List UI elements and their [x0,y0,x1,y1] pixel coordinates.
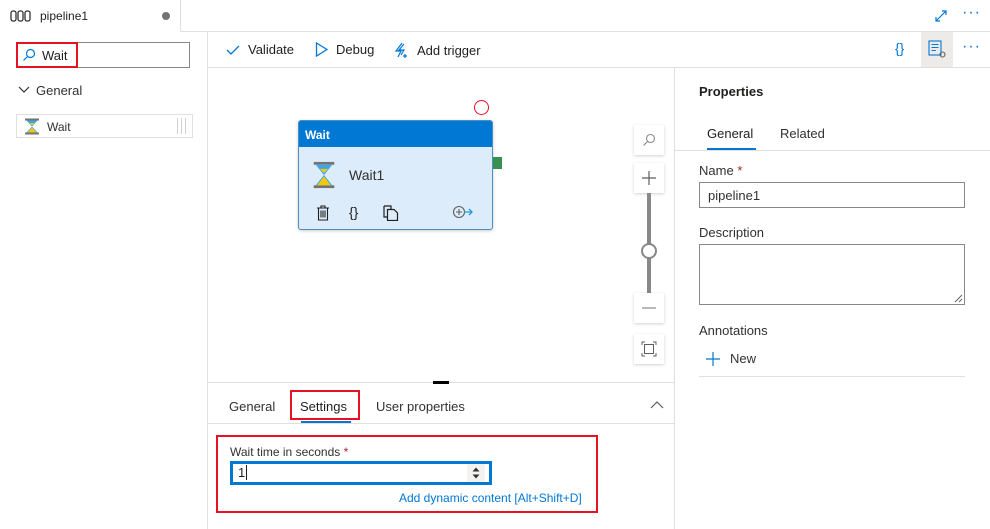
text-caret [246,465,247,480]
number-spinner[interactable] [467,464,485,482]
search-value: Wait [42,48,68,63]
spinner-arrows-icon [472,467,480,479]
add-trigger-button[interactable]: Add trigger [393,42,481,59]
properties-title: Properties [699,84,764,99]
annotations-label: Annotations [699,323,768,338]
chevron-down-icon[interactable] [18,84,30,94]
wait-time-label: Wait time in seconds * [230,445,348,459]
textarea-resize-icon[interactable] [954,294,963,303]
add-dynamic-content-link[interactable]: Add dynamic content [Alt+Shift+D] [399,491,582,505]
wait-time-value: 1 [238,465,246,480]
success-output-port[interactable] [493,157,502,169]
search-icon [643,133,656,146]
add-output-icon[interactable] [452,205,474,219]
tab-bar: pipeline1 ··· [0,0,990,32]
more-options-button[interactable]: ··· [962,4,981,22]
name-value: pipeline1 [708,188,761,203]
chevron-up-icon[interactable] [650,400,664,410]
code-icon[interactable]: {} [349,204,358,220]
group-general[interactable]: General [36,83,82,98]
hourglass-icon [313,161,335,189]
wait-time-input[interactable] [230,461,492,485]
validate-button[interactable]: Validate [226,42,294,57]
activities-panel: Activities » « [0,32,208,529]
add-trigger-label: Add trigger [417,43,481,58]
tab-general[interactable]: General [229,399,275,414]
description-textarea[interactable] [699,244,965,305]
name-label: Name * [699,163,742,178]
zoom-in-button[interactable] [634,163,664,193]
zoom-out-icon [642,307,656,309]
new-label: New [730,351,757,366]
name-label-text: Name [699,163,734,178]
debug-label: Debug [336,42,375,57]
annotations-divider [699,376,965,377]
node-type-label: Wait [299,121,492,147]
plus-icon [706,351,720,366]
activity-settings-tabs: General Settings User properties [208,383,674,424]
checkmark-icon [226,45,240,55]
node-name: Wait1 [349,167,385,183]
activity-label: Wait [47,120,71,134]
copy-icon[interactable] [383,205,399,221]
delete-icon[interactable] [316,205,330,221]
properties-tab-related[interactable]: Related [780,126,825,141]
expand-icon[interactable] [933,8,949,24]
error-indicator-icon [474,100,489,115]
tab-title: pipeline1 [40,9,89,23]
wait-time-label-text: Wait time in seconds [230,445,341,459]
tab-pipeline1[interactable]: pipeline1 [0,0,181,32]
required-marker: * [737,163,743,178]
validate-label: Validate [248,42,295,57]
settings-tab-highlight [290,390,360,420]
toolbar-more-button[interactable]: ··· [962,38,981,56]
properties-tab-general[interactable]: General [707,126,753,141]
activity-node-wait1[interactable]: Wait Wait1 {} [298,120,493,230]
active-tab-indicator [301,421,351,423]
zoom-slider-thumb[interactable] [641,243,657,259]
code-view-button[interactable]: {} [895,40,904,56]
debug-button[interactable]: Debug [315,42,374,57]
new-annotation-button[interactable]: New [706,351,756,366]
canvas-search-button[interactable] [634,125,664,155]
drag-handle-icon[interactable] [177,118,187,134]
activity-item-wait[interactable]: Wait [16,114,193,138]
hourglass-icon [25,118,39,135]
properties-tab-divider [675,150,990,151]
properties-icon [928,40,946,58]
pipeline-editor: pipeline1 ··· Activities » « Wait Genera… [0,0,990,529]
pipeline-icon [10,10,31,22]
unsaved-indicator [162,12,170,20]
zoom-in-icon [642,171,656,185]
properties-toggle-button[interactable] [921,32,953,67]
zoom-out-button[interactable] [634,293,664,323]
fit-to-screen-button[interactable] [634,334,664,364]
tab-user-properties[interactable]: User properties [376,399,465,414]
play-icon [315,42,328,57]
trigger-icon [394,42,407,58]
pipeline-toolbar: Validate Debug Add trigger [208,32,990,68]
description-label: Description [699,225,765,240]
required-marker: * [343,445,349,459]
fit-icon [641,341,657,357]
search-icon [23,48,36,61]
